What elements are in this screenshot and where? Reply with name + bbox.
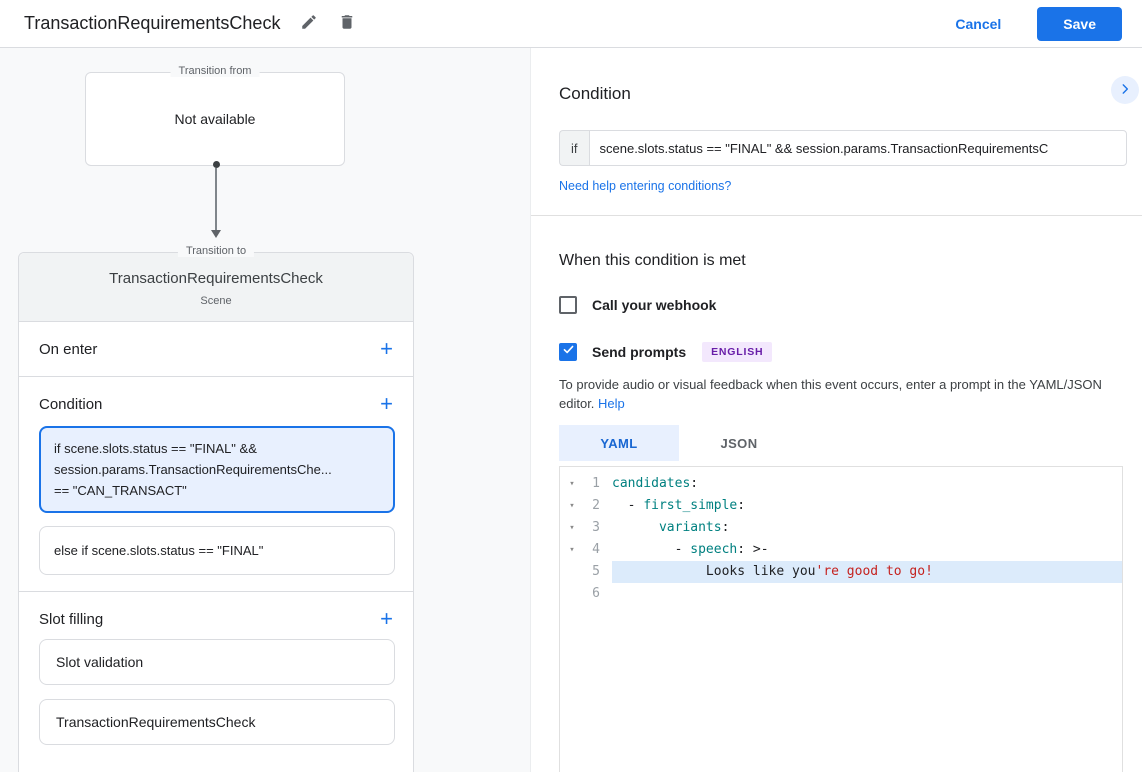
line-number: 6 xyxy=(584,583,612,605)
editor-line: ▾ 4 - speech: >- xyxy=(560,539,1122,561)
page-title: TransactionRequirementsCheck xyxy=(24,13,280,34)
condition-card-selected[interactable]: if scene.slots.status == "FINAL" && sess… xyxy=(39,426,395,513)
conditions-help-link[interactable]: Need help entering conditions? xyxy=(559,179,731,193)
code-line xyxy=(612,583,1122,605)
editor-line-active: 5 Looks like you're good to go! xyxy=(560,561,1122,583)
tab-json[interactable]: JSON xyxy=(679,425,799,461)
transition-from-label: Transition from xyxy=(171,65,260,77)
call-webhook-label: Call your webhook xyxy=(592,297,716,313)
fold-arrow-icon[interactable]: ▾ xyxy=(560,473,584,495)
call-webhook-checkbox[interactable] xyxy=(559,296,577,314)
editor-line: 6 xyxy=(560,583,1122,605)
editor-tabs: YAML JSON xyxy=(559,425,1127,461)
condition-cards: if scene.slots.status == "FINAL" && sess… xyxy=(19,424,413,592)
language-badge: ENGLISH xyxy=(702,342,772,362)
line-number: 2 xyxy=(584,495,612,517)
code-line: - first_simple: xyxy=(612,495,1122,517)
condition-detail-panel: Condition if Need help entering conditio… xyxy=(531,48,1142,772)
fold-gutter-empty xyxy=(560,561,584,583)
condition-line: session.params.TransactionRequirementsCh… xyxy=(54,459,380,480)
panel-divider xyxy=(531,215,1142,216)
condition-expression-input[interactable] xyxy=(589,130,1128,166)
transition-from-box: Transition from Not available xyxy=(85,72,345,166)
hint-text: To provide audio or visual feedback when… xyxy=(559,377,1102,411)
code-line: candidates: xyxy=(612,473,1122,495)
check-icon xyxy=(562,343,575,361)
chevron-right-icon xyxy=(1118,82,1132,99)
edit-button[interactable] xyxy=(300,13,318,34)
fold-arrow-icon[interactable]: ▾ xyxy=(560,539,584,561)
fold-gutter-empty xyxy=(560,583,584,605)
send-prompts-row: Send prompts ENGLISH xyxy=(559,342,1127,362)
cancel-button[interactable]: Cancel xyxy=(955,16,1001,32)
top-bar: TransactionRequirementsCheck Cancel Save xyxy=(0,0,1142,48)
condition-section-header: Condition + xyxy=(19,377,413,424)
line-number: 5 xyxy=(584,561,612,583)
slot-card-validation[interactable]: Slot validation xyxy=(39,639,395,685)
transition-to-label: Transition to xyxy=(178,245,254,257)
slot-cards: Slot validation TransactionRequirementsC… xyxy=(19,639,413,772)
condition-line: == "CAN_TRANSACT" xyxy=(54,480,380,501)
transition-arrow xyxy=(211,161,221,238)
main-area: Transition from Not available Transition… xyxy=(0,48,1142,772)
scene-graph-panel: Transition from Not available Transition… xyxy=(0,48,531,772)
editor-line: ▾ 3 variants: xyxy=(560,517,1122,539)
slot-filling-section-header: Slot filling + xyxy=(19,592,413,639)
slot-filling-label: Slot filling xyxy=(39,611,103,628)
scene-name: TransactionRequirementsCheck xyxy=(29,270,403,287)
on-enter-label: On enter xyxy=(39,341,97,358)
condition-expression-row: if xyxy=(559,130,1127,166)
condition-card-else[interactable]: else if scene.slots.status == "FINAL" xyxy=(39,526,395,575)
on-enter-section: On enter + xyxy=(19,322,413,377)
webhook-row: Call your webhook xyxy=(559,296,1127,314)
condition-line: else if scene.slots.status == "FINAL" xyxy=(54,540,380,561)
delete-button[interactable] xyxy=(338,13,356,34)
fold-arrow-icon[interactable]: ▾ xyxy=(560,517,584,539)
add-slot-button[interactable]: + xyxy=(374,609,399,629)
editor-line: ▾ 1 candidates: xyxy=(560,473,1122,495)
code-line: Looks like you're good to go! xyxy=(612,561,1122,583)
prompt-hint-text: To provide audio or visual feedback when… xyxy=(559,375,1127,413)
editor-line: ▾ 2 - first_simple: xyxy=(560,495,1122,517)
condition-line: if scene.slots.status == "FINAL" && xyxy=(54,438,380,459)
collapse-panel-button[interactable] xyxy=(1111,76,1139,104)
pencil-icon xyxy=(300,13,318,34)
trash-icon xyxy=(338,13,356,34)
panel-title: Condition xyxy=(559,84,1127,104)
send-prompts-checkbox[interactable] xyxy=(559,343,577,361)
slot-card-transaction-check[interactable]: TransactionRequirementsCheck xyxy=(39,699,395,745)
scene-card-header: TransactionRequirementsCheck Scene xyxy=(19,253,413,322)
transition-to-card: Transition to TransactionRequirementsChe… xyxy=(18,252,414,772)
code-line: - speech: >- xyxy=(612,539,1122,561)
yaml-code-editor[interactable]: ▾ 1 candidates: ▾ 2 - first_simple: ▾ 3 … xyxy=(559,466,1123,772)
arrow-line xyxy=(215,168,217,230)
if-label: if xyxy=(559,130,589,166)
line-number: 1 xyxy=(584,473,612,495)
tab-yaml[interactable]: YAML xyxy=(559,425,679,461)
arrow-dot-icon xyxy=(213,161,220,168)
fold-arrow-icon[interactable]: ▾ xyxy=(560,495,584,517)
scene-type-label: Scene xyxy=(29,295,403,307)
add-condition-button[interactable]: + xyxy=(374,394,399,414)
hint-help-link[interactable]: Help xyxy=(598,396,625,411)
save-button[interactable]: Save xyxy=(1037,7,1122,41)
code-line: variants: xyxy=(612,517,1122,539)
line-number: 4 xyxy=(584,539,612,561)
arrow-head-icon xyxy=(211,230,221,238)
condition-section-label: Condition xyxy=(39,396,102,413)
when-condition-met-title: When this condition is met xyxy=(559,252,1127,270)
send-prompts-label: Send prompts xyxy=(592,344,686,360)
add-on-enter-button[interactable]: + xyxy=(374,339,399,359)
line-number: 3 xyxy=(584,517,612,539)
transition-from-content: Not available xyxy=(86,73,344,165)
